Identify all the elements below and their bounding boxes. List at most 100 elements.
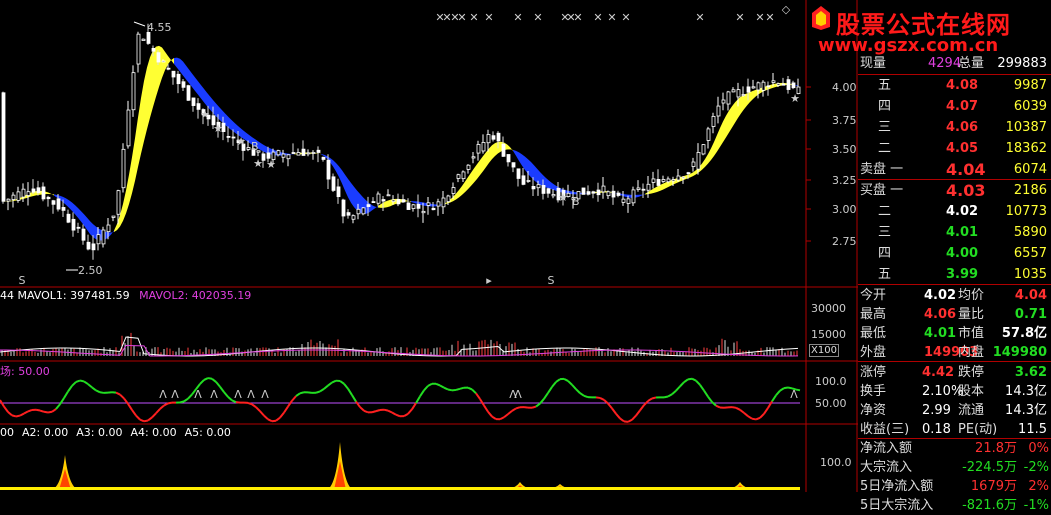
indicator2-marker: Λ — [514, 388, 522, 401]
volume-y-label: 30000 — [811, 302, 846, 315]
candle-body — [402, 200, 405, 202]
stat-row: 净资2.99流通14.3亿 — [858, 401, 1051, 420]
candle-body — [697, 152, 700, 169]
divider — [858, 284, 1051, 285]
candle-body — [322, 157, 325, 159]
mavol1-value: 397481.59 — [70, 289, 130, 302]
candle-body — [302, 149, 305, 155]
candle-body — [332, 177, 335, 191]
chart-area[interactable]: 4.003.753.503.253.002.754.552.50★★★★★★★B… — [0, 0, 858, 492]
indicator2-line — [776, 391, 780, 396]
stat-value: 3.62 — [1015, 363, 1047, 382]
candle-body — [477, 144, 480, 153]
candle-body — [592, 192, 595, 193]
indicator2-line — [16, 416, 20, 417]
star-marker: ★ — [253, 157, 263, 170]
stat-label: 最高 — [860, 305, 886, 324]
candle-body — [642, 189, 645, 190]
candle-body — [542, 185, 545, 193]
sell-level: 卖盘 一4.046074 — [858, 160, 1051, 179]
star-marker: ★ — [266, 158, 276, 171]
candle-body — [187, 86, 190, 101]
indicator2-marker: Λ — [234, 388, 242, 401]
candle-body — [582, 188, 585, 194]
indicator3-header: 00A2: 0.00A3: 0.00A4: 0.00A5: 0.00 — [0, 426, 239, 439]
candle-body — [122, 149, 125, 187]
stat-value: 14.3亿 — [1005, 382, 1047, 401]
y-axis-label: 4.00 — [832, 81, 857, 94]
indicator2-line — [708, 397, 712, 402]
indicator3-item: A4: 0.00 — [130, 426, 176, 439]
indicator2-line — [360, 407, 364, 411]
candle-body — [702, 145, 705, 154]
candle-body — [232, 137, 235, 138]
flow-pct: -1% — [1024, 496, 1049, 515]
candle-body — [362, 208, 365, 214]
indicator2-line — [780, 388, 784, 391]
indicator3-item: A3: 0.00 — [76, 426, 122, 439]
kline-chart[interactable]: 4.003.753.503.253.002.754.552.50★★★★★★★B… — [0, 0, 858, 492]
candle-body — [162, 61, 165, 62]
buy-level-label: 二 — [878, 202, 891, 221]
candle-body — [342, 200, 345, 216]
candle-body — [467, 165, 470, 169]
candle-body — [327, 160, 330, 179]
indicator2-line — [516, 407, 520, 408]
candle-body — [407, 203, 410, 210]
indicator2-line — [680, 382, 684, 386]
indicator2-line — [444, 388, 448, 390]
candle-body — [37, 188, 40, 193]
indicator2-y-label: 50.00 — [815, 397, 847, 410]
candle-body — [687, 173, 690, 174]
candle-body — [617, 193, 620, 195]
indicator2-line — [332, 381, 336, 383]
indicator2-line — [612, 408, 616, 413]
flow-pct: -2% — [1024, 458, 1049, 477]
sell-level-label: 三 — [878, 118, 891, 137]
candle-body — [27, 192, 30, 196]
indicator2-line — [424, 386, 428, 390]
indicator2-line — [284, 407, 288, 413]
watermark: 股票公式在线网 www.gszx.com.cn — [806, 3, 1046, 59]
indicator2-line — [168, 403, 172, 404]
candle-body — [157, 53, 160, 62]
indicator2-line — [64, 392, 68, 399]
flow-row: 5日大宗流入-821.6万-1% — [858, 496, 1051, 515]
volume-unit[interactable]: X100 — [809, 344, 839, 357]
stat-value: 149980 — [993, 343, 1047, 362]
now-volume: 4294 — [928, 54, 961, 73]
candle-body — [432, 208, 435, 209]
volume-row: 现量4294总量299883 — [858, 54, 1051, 73]
candle-body — [727, 92, 730, 104]
indicator2-line — [716, 406, 720, 408]
stat-value: 4.02 — [924, 286, 956, 305]
candle-body — [177, 74, 180, 83]
candle-body — [537, 185, 540, 188]
indicator2-line — [320, 389, 324, 392]
indicator2-line — [364, 411, 368, 413]
candle-body — [632, 190, 635, 203]
candle-body — [147, 32, 150, 43]
indicator2-line — [492, 417, 496, 420]
indicator2-line — [748, 416, 752, 419]
indicator2-line — [376, 410, 380, 411]
stat-row: 今开4.02均价4.04 — [858, 286, 1051, 305]
indicator2-line — [96, 390, 100, 392]
y-axis-label: 3.00 — [832, 203, 857, 216]
candle-body — [502, 144, 505, 156]
candle-body — [742, 95, 745, 96]
flow-label: 大宗流入 — [860, 458, 912, 477]
buy-price: 4.03 — [946, 181, 985, 200]
indicator2-line — [416, 396, 420, 403]
candle-body — [792, 83, 795, 88]
candle-body — [622, 199, 625, 202]
candle-body — [722, 100, 725, 103]
candle-body — [287, 155, 290, 159]
indicator2-line — [640, 405, 644, 410]
candle-body — [167, 68, 170, 69]
sell-level-label: 四 — [878, 97, 891, 116]
candle-body — [452, 188, 455, 194]
candle-body — [82, 229, 85, 240]
stat-value: 4.42 — [922, 363, 954, 382]
indicator2-line — [148, 417, 152, 420]
